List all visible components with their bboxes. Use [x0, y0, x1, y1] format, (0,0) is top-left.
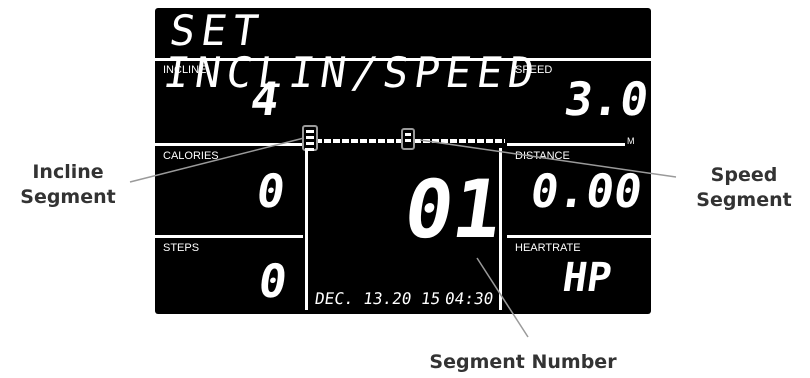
speed-pointer-line: [419, 139, 677, 178]
speed-segment-annotation-line1: Speed: [710, 164, 778, 186]
incline-segment-annotation-line2: Segment: [20, 186, 116, 208]
incline-pointer-line: [129, 137, 305, 183]
segment-number-annotation: Segment Number: [429, 351, 617, 373]
speed-segment-annotation: Speed Segment: [682, 163, 806, 213]
segment-number-pointer-line: [476, 257, 529, 338]
incline-segment-annotation: Incline Segment: [8, 160, 128, 210]
incline-segment-annotation-line1: Incline: [32, 161, 104, 183]
speed-segment-annotation-line2: Segment: [696, 189, 792, 211]
